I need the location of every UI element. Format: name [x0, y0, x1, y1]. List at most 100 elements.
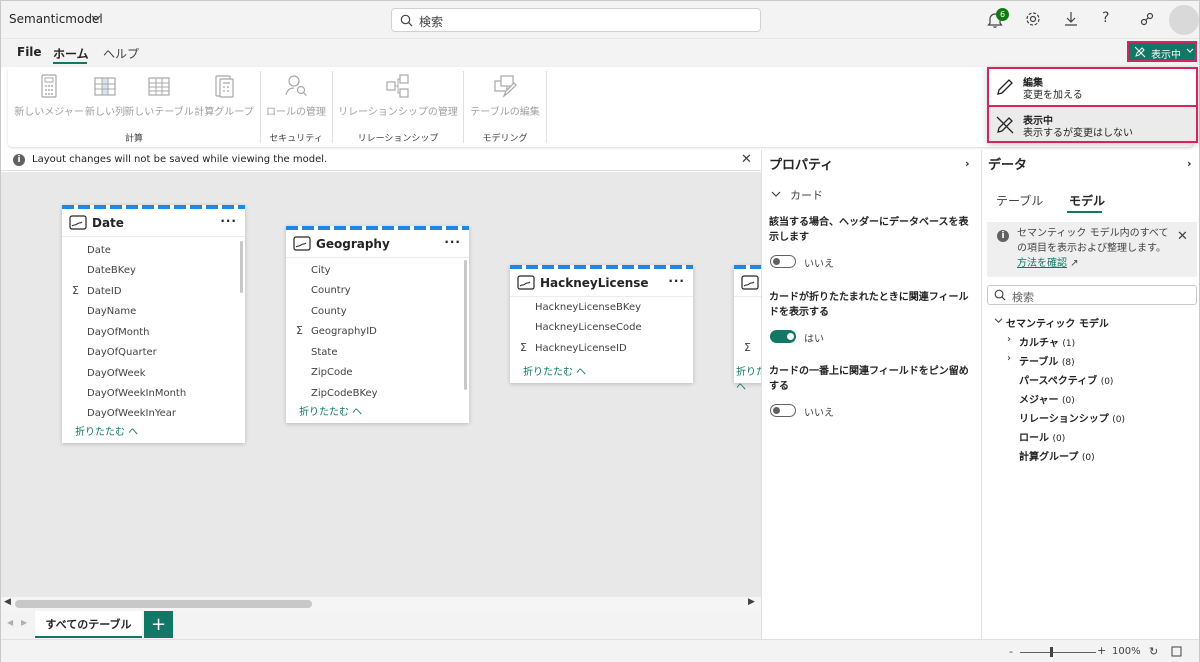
download-icon[interactable] — [1063, 11, 1079, 27]
show-db-toggle[interactable] — [770, 255, 796, 268]
menu-home[interactable]: ホーム — [53, 45, 89, 62]
search-input[interactable]: 検索 — [391, 8, 761, 32]
collapse-link[interactable]: 折りたたむ ヘ — [299, 403, 362, 418]
scrollbar-thumb[interactable] — [15, 600, 312, 608]
chevron-down-icon[interactable] — [994, 317, 1003, 324]
new-column-button[interactable]: 新しい列 — [84, 73, 126, 118]
field-county[interactable]: County — [311, 306, 347, 317]
table-card-partial[interactable]: Σ 折りたたむ ヘ — [734, 265, 761, 393]
new-measure-button[interactable]: 新しいメジャー — [12, 73, 86, 118]
edit-mode-option[interactable]: 編集 変更を加える — [989, 69, 1196, 105]
fit-to-screen-icon[interactable] — [1171, 646, 1182, 657]
menu-help[interactable]: ヘルプ — [103, 45, 139, 62]
chevron-right-icon[interactable]: › — [1007, 353, 1011, 364]
field-dayname[interactable]: DayName — [87, 306, 136, 317]
tab-prev-icon[interactable]: ◀ — [7, 618, 13, 627]
card-header[interactable]: Geography ··· — [286, 230, 469, 258]
close-icon[interactable]: ✕ — [741, 152, 752, 167]
manage-relationships-label: リレーションシップの管理 — [338, 107, 458, 118]
data-search-input[interactable]: 検索 — [987, 285, 1197, 305]
close-icon[interactable]: ✕ — [1177, 229, 1188, 244]
field-hackneylicensebkey[interactable]: HackneyLicenseBKey — [535, 302, 641, 313]
tree-item-relationships[interactable]: リレーションシップ (0) — [1019, 410, 1125, 425]
table-card-geography[interactable]: Geography ··· City Country County Σ Geog… — [286, 226, 469, 423]
chevron-right-icon[interactable]: › — [1007, 334, 1011, 345]
pin-related-toggle[interactable] — [770, 404, 796, 417]
field-hackneylicensecode[interactable]: HackneyLicenseCode — [535, 322, 642, 333]
help-icon[interactable]: ? — [1102, 10, 1109, 26]
add-layout-button[interactable]: + — [144, 611, 173, 638]
reset-icon[interactable]: ↻ — [1149, 645, 1158, 658]
tab-next-icon[interactable]: ▶ — [21, 618, 27, 627]
card-header[interactable]: Date ··· — [62, 209, 245, 237]
show-db-value: いいえ — [804, 259, 834, 270]
manage-relationships-button[interactable]: リレーションシップの管理 — [336, 73, 460, 118]
field-hackneylicenseid[interactable]: HackneyLicenseID — [535, 343, 627, 354]
view-mode-button[interactable]: 表示中 — [1127, 41, 1197, 62]
tree-item-measures[interactable]: メジャー (0) — [1019, 391, 1075, 406]
view-mode-option[interactable]: 表示中 表示するが変更はしない — [989, 105, 1196, 141]
zoom-in-button[interactable]: + — [1097, 644, 1106, 657]
field-dayofweek[interactable]: DayOfWeek — [87, 368, 146, 379]
collapse-link[interactable]: 折りたたむ ヘ — [75, 423, 138, 438]
model-name[interactable]: Semanticmodel — [9, 12, 103, 26]
card-header[interactable] — [734, 269, 761, 297]
field-country[interactable]: Country — [311, 285, 351, 296]
more-options-icon[interactable]: ··· — [220, 214, 237, 228]
chevron-down-icon[interactable] — [771, 190, 781, 198]
tree-item-tables[interactable]: テーブル (8) — [1019, 353, 1075, 368]
chevron-down-icon — [1186, 48, 1194, 54]
tab-all-tables[interactable]: すべてのテーブル — [35, 611, 142, 638]
tree-item-roles[interactable]: ロール (0) — [1019, 429, 1065, 444]
chevron-down-icon[interactable] — [91, 14, 101, 22]
field-dayofweekinmonth[interactable]: DayOfWeekInMonth — [87, 388, 186, 399]
collapse-pane-icon[interactable]: › — [1187, 157, 1192, 170]
calc-group-button[interactable]: 計算グループ — [192, 73, 256, 118]
share-icon[interactable] — [1139, 11, 1155, 27]
more-options-icon[interactable]: ··· — [444, 235, 461, 249]
tab-model[interactable]: モデル — [1069, 192, 1105, 209]
field-dayofquarter[interactable]: DayOfQuarter — [87, 347, 157, 358]
collapse-link[interactable]: 折りたたむ ヘ — [523, 363, 586, 378]
table-card-date[interactable]: Date ··· Date DateBKey Σ DateID DayName … — [62, 205, 245, 443]
menu-file[interactable]: File — [17, 45, 42, 59]
field-date[interactable]: Date — [87, 245, 111, 256]
zoom-slider-thumb[interactable] — [1050, 647, 1053, 657]
tree-item-culture[interactable]: カルチャ (1) — [1019, 334, 1075, 349]
field-datebkey[interactable]: DateBKey — [87, 265, 136, 276]
table-card-hackneylicense[interactable]: HackneyLicense ··· HackneyLicenseBKey Ha… — [510, 265, 693, 383]
tree-root[interactable]: セマンティック モデル — [1006, 315, 1109, 330]
field-dateid[interactable]: DateID — [87, 286, 122, 297]
collapse-pane-icon[interactable]: › — [965, 157, 970, 170]
field-zipcodebkey[interactable]: ZipCodeBKey — [311, 388, 378, 399]
card-section-label[interactable]: カード — [790, 187, 823, 203]
field-dayofweekinyear[interactable]: DayOfWeekInYear — [87, 408, 176, 419]
model-canvas[interactable]: Date ··· Date DateBKey Σ DateID DayName … — [1, 172, 761, 597]
scroll-left-icon[interactable]: ◀ — [4, 597, 11, 607]
learn-more-link[interactable]: 方法を確認 — [1017, 258, 1067, 269]
field-dayofmonth[interactable]: DayOfMonth — [87, 327, 149, 338]
field-state[interactable]: State — [311, 347, 337, 358]
tree-item-perspectives[interactable]: パースペクティブ (0) — [1019, 372, 1113, 387]
show-related-toggle[interactable] — [770, 330, 796, 343]
card-header[interactable]: HackneyLicense ··· — [510, 269, 693, 297]
card-scrollbar[interactable] — [464, 260, 467, 390]
avatar[interactable] — [1169, 5, 1199, 35]
zoom-out-button[interactable]: - — [1009, 645, 1013, 658]
zoom-slider[interactable] — [1020, 652, 1096, 653]
more-options-icon[interactable]: ··· — [668, 274, 685, 288]
new-table-button[interactable]: 新しいテーブル — [124, 73, 194, 118]
edit-tables-button[interactable]: テーブルの編集 — [467, 73, 543, 118]
field-geographyid[interactable]: GeographyID — [311, 326, 377, 337]
collapse-link[interactable]: 折りたたむ ヘ — [736, 363, 761, 393]
tree-item-calc-groups[interactable]: 計算グループ (0) — [1019, 448, 1095, 463]
search-placeholder: 検索 — [419, 15, 444, 29]
model-info-text: セマンティック モデル内のすべての項目を表示および整理します。方法を確認 ↗ — [1017, 228, 1169, 269]
manage-roles-button[interactable]: ロールの管理 — [264, 73, 328, 118]
field-zipcode[interactable]: ZipCode — [311, 367, 353, 378]
scroll-right-icon[interactable]: ▶ — [748, 597, 755, 607]
field-city[interactable]: City — [311, 265, 331, 276]
card-scrollbar[interactable] — [240, 241, 243, 293]
gear-icon[interactable] — [1025, 11, 1041, 27]
tab-table[interactable]: テーブル — [996, 192, 1043, 209]
